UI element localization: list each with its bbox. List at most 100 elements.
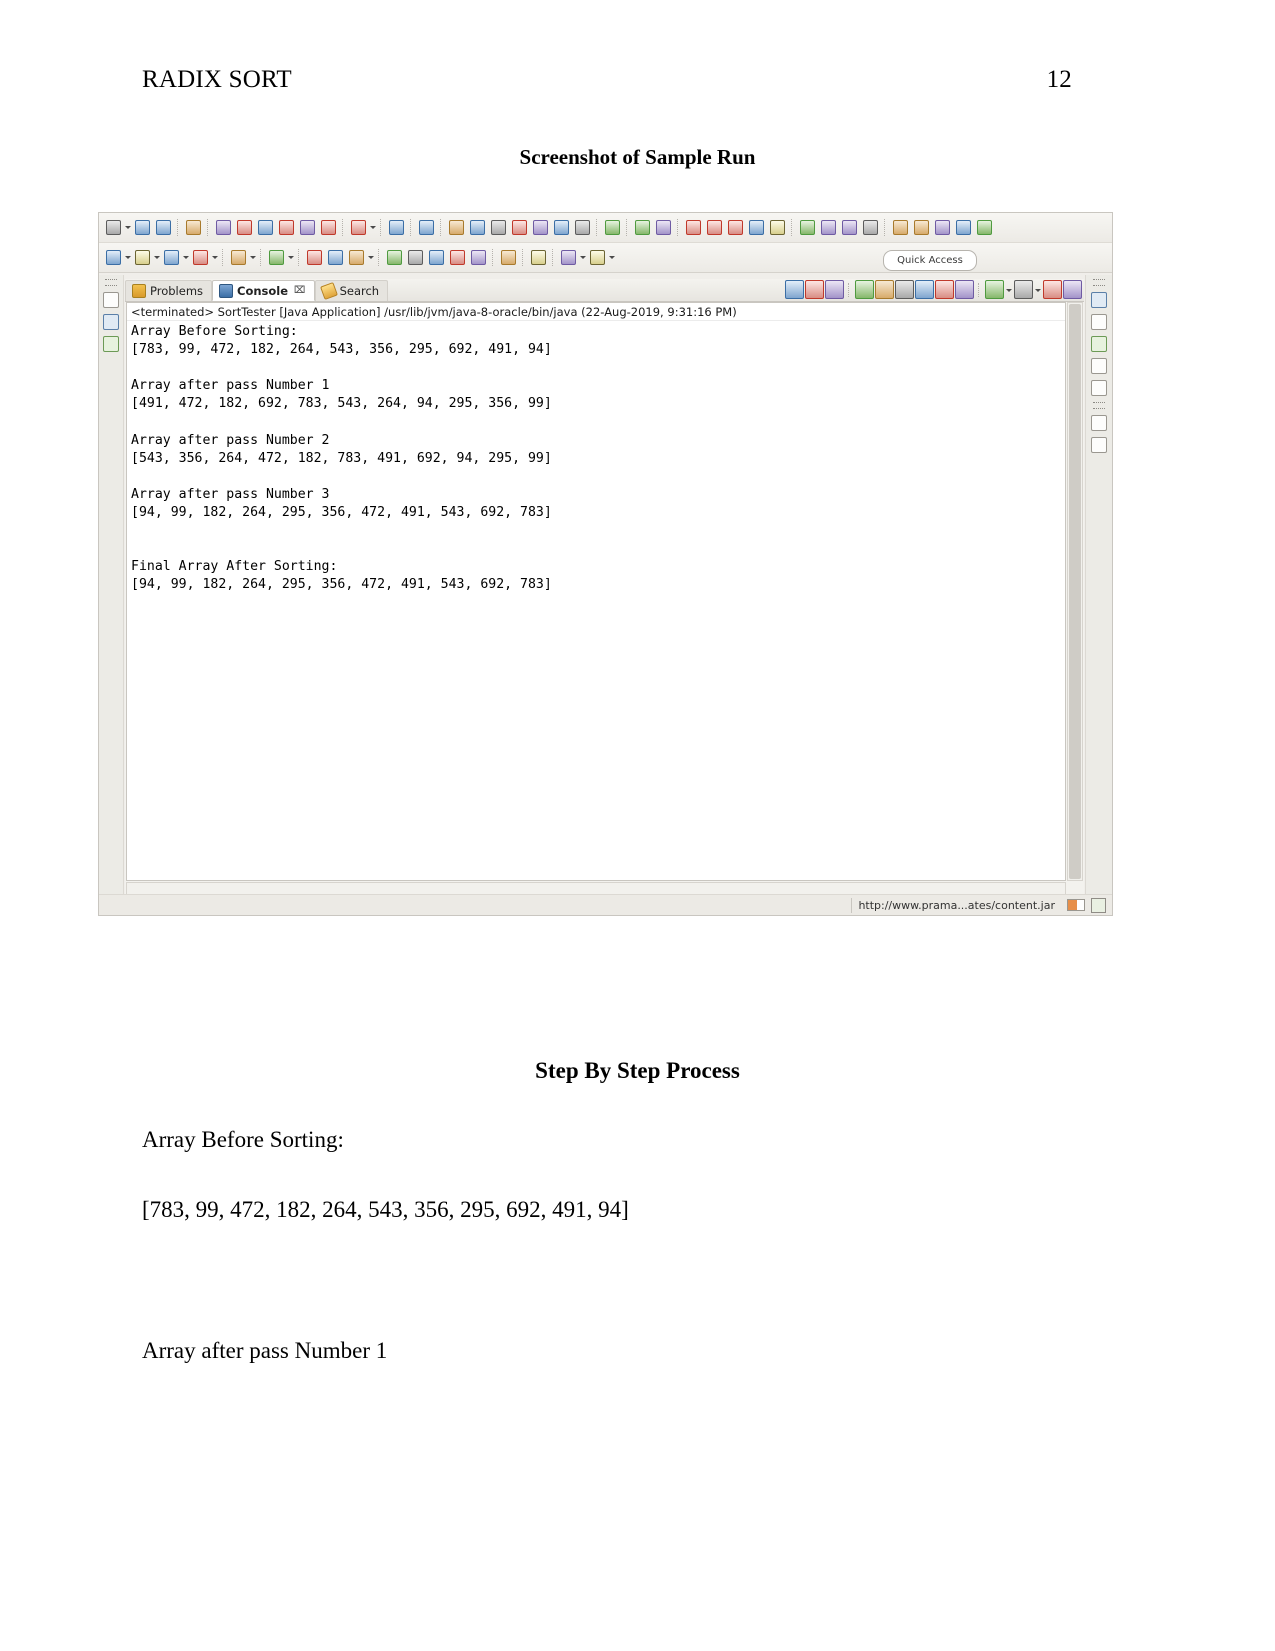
tag-icon[interactable] (819, 218, 838, 237)
servers-icon[interactable] (1091, 380, 1107, 396)
refresh-icon[interactable] (214, 218, 233, 237)
new-console-icon[interactable] (955, 280, 974, 299)
chevron-down-icon[interactable] (124, 248, 132, 267)
drag-handle-dots[interactable] (105, 279, 117, 286)
maximize-icon[interactable] (1063, 280, 1082, 299)
open-console-menu-icon[interactable] (985, 280, 1004, 299)
properties-icon[interactable] (277, 218, 296, 237)
last-edit-icon[interactable] (726, 218, 745, 237)
package-explorer-icon[interactable] (103, 314, 119, 330)
chevron-down-icon[interactable] (287, 248, 295, 267)
word-wrap-icon[interactable] (915, 280, 934, 299)
warning-icon[interactable] (840, 218, 859, 237)
close-icon[interactable]: ⌧ (294, 285, 306, 296)
skip-breakpoints-icon[interactable] (417, 218, 436, 237)
back-nav-icon[interactable] (559, 248, 578, 267)
minimize-icon[interactable] (1043, 280, 1062, 299)
compare-icon[interactable] (427, 248, 446, 267)
table-icon[interactable] (469, 248, 488, 267)
task-list-icon[interactable] (1091, 292, 1107, 308)
chevron-down-icon[interactable] (124, 218, 132, 237)
collapse-icon[interactable] (912, 218, 931, 237)
open-type-icon[interactable] (633, 218, 652, 237)
resume-icon[interactable] (447, 218, 466, 237)
next-edit-icon[interactable] (529, 248, 548, 267)
new-file-icon[interactable] (104, 218, 123, 237)
step-over-icon[interactable] (552, 218, 571, 237)
tab-console[interactable]: Console ⌧ (212, 280, 315, 301)
debug-icon[interactable] (162, 248, 181, 267)
history-icon[interactable] (385, 248, 404, 267)
previous-annotation-icon[interactable] (705, 218, 724, 237)
heap-status-icon[interactable] (1091, 897, 1106, 913)
report-icon[interactable] (448, 248, 467, 267)
step-return-icon[interactable] (573, 218, 592, 237)
save-all-icon[interactable] (154, 218, 173, 237)
outline-view-icon[interactable] (103, 336, 119, 352)
console-vertical-scrollbar[interactable] (1067, 302, 1083, 881)
junit-icon[interactable] (1091, 358, 1107, 374)
terminal-icon[interactable] (387, 218, 406, 237)
quick-access-field[interactable]: Quick Access (883, 250, 977, 271)
properties-view-icon[interactable] (1091, 437, 1107, 453)
forward-nav-icon[interactable] (588, 248, 607, 267)
info-icon[interactable] (256, 218, 275, 237)
remove-all-launches-icon[interactable] (825, 280, 844, 299)
toolbar-row-1[interactable] (99, 213, 1112, 243)
drag-handle-dots-right-2[interactable] (1093, 402, 1105, 409)
chevron-down-icon[interactable] (608, 248, 616, 267)
pin-icon[interactable] (798, 218, 817, 237)
open-perspective-icon[interactable] (305, 248, 324, 267)
forward-icon[interactable] (768, 218, 787, 237)
open-task-icon[interactable] (654, 218, 673, 237)
back-icon[interactable] (747, 218, 766, 237)
chevron-down-icon[interactable] (211, 248, 219, 267)
sort-icon[interactable] (975, 218, 994, 237)
error-icon[interactable] (861, 218, 880, 237)
display-selected-console-icon[interactable] (935, 280, 954, 299)
coverage-icon[interactable] (191, 248, 210, 267)
view-menu-icon[interactable] (1014, 280, 1033, 299)
left-fast-view-bar[interactable] (99, 275, 124, 895)
next-annotation-icon[interactable] (684, 218, 703, 237)
step-into-icon[interactable] (531, 218, 550, 237)
suspend-icon[interactable] (468, 218, 487, 237)
chevron-down-icon[interactable] (249, 248, 257, 267)
console-output-area[interactable]: <terminated> SortTester [Java Applicatio… (126, 302, 1066, 881)
print-icon[interactable] (184, 218, 203, 237)
chevron-down-icon[interactable] (1034, 281, 1042, 298)
run-last-icon[interactable] (406, 248, 425, 267)
build-all-icon[interactable] (235, 218, 254, 237)
outline-icon[interactable] (1091, 314, 1107, 330)
edit-icon[interactable] (347, 248, 366, 267)
new-java-ee-icon[interactable] (319, 218, 338, 237)
debug-person-icon[interactable] (349, 218, 368, 237)
scroll-thumb[interactable] (1069, 304, 1081, 879)
tab-problems[interactable]: Problems (125, 280, 213, 301)
drag-handle-dots-right[interactable] (1093, 279, 1105, 286)
run-icon[interactable] (133, 248, 152, 267)
restore-view-icon[interactable] (103, 292, 119, 308)
expand-icon[interactable] (933, 218, 952, 237)
search-globe-icon[interactable] (499, 248, 518, 267)
tab-search[interactable]: Search (314, 280, 389, 301)
chevron-down-icon[interactable] (182, 248, 190, 267)
toggle-wordwrap-icon[interactable] (603, 218, 622, 237)
chevron-down-icon[interactable] (367, 248, 375, 267)
remove-launch-icon[interactable] (805, 280, 824, 299)
chevron-down-icon[interactable] (153, 248, 161, 267)
scroll-lock-icon[interactable] (895, 280, 914, 299)
new-wizard-icon[interactable] (104, 248, 123, 267)
chevron-down-icon[interactable] (579, 248, 587, 267)
disconnect-icon[interactable] (510, 218, 529, 237)
external-tools-icon[interactable] (229, 248, 248, 267)
view-toolbar[interactable] (785, 280, 1082, 299)
open-console-icon[interactable] (855, 280, 874, 299)
chevron-down-icon[interactable] (1005, 281, 1013, 298)
new-java-project-icon[interactable] (298, 218, 317, 237)
git-icon[interactable] (267, 248, 286, 267)
save-icon[interactable] (133, 218, 152, 237)
view-tab-bar[interactable]: Problems Console ⌧ Search (125, 279, 1084, 302)
debug-variables-icon[interactable] (1091, 336, 1107, 352)
terminate-icon[interactable] (785, 280, 804, 299)
